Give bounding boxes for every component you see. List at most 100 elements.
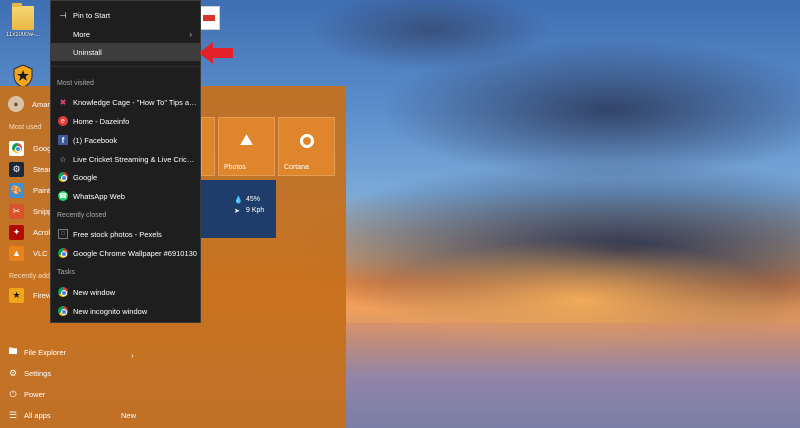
app-name: Goog (33, 143, 52, 153)
chrome-icon (58, 287, 68, 297)
list-icon: ☰ (8, 409, 18, 420)
app-name: Acrol (33, 227, 51, 237)
acrobat-icon: ✦ (9, 224, 24, 240)
user-avatar-icon: ● (8, 96, 24, 112)
jump-item-whatsapp[interactable]: ☎ WhatsApp Web (51, 187, 200, 205)
snipping-tool-icon: ✂ (9, 203, 24, 219)
whatsapp-icon: ☎ (58, 191, 68, 201)
app-item-paint[interactable]: 🎨 Paint (9, 180, 50, 200)
jump-item-label: Free stock photos - Pexels (73, 229, 162, 239)
chevron-right-icon[interactable]: › (131, 351, 134, 360)
shield-icon (12, 64, 34, 88)
humidity-icon: 💧 (234, 197, 243, 204)
jump-item-label: Google (73, 172, 98, 182)
task-new-incognito-window[interactable]: New incognito window (51, 302, 200, 320)
facebook-icon: f (58, 135, 68, 145)
jump-item-label: (1) Facebook (73, 135, 118, 145)
tile-cortana[interactable]: Cortana (278, 117, 335, 176)
chrome-icon (58, 172, 68, 182)
app-item-vlc[interactable]: ▲ VLC r (9, 243, 52, 263)
all-apps-label: All apps (24, 410, 51, 420)
cortana-icon (299, 133, 314, 148)
jump-list-menu: ⊣ Pin to Start More › Uninstall Most vis… (50, 0, 201, 323)
chevron-right-icon: › (189, 29, 192, 39)
tile-label: Photos (224, 164, 246, 171)
star-icon: ☆ (59, 154, 67, 164)
menu-item-label: More (73, 29, 91, 39)
app-name: Stear (33, 164, 51, 174)
red-arrow-pointer (199, 42, 233, 64)
menu-divider (51, 66, 200, 67)
wind-icon: ➤ (234, 208, 240, 215)
jump-item-knowledge-cage[interactable]: ✖ Knowledge Cage - "How To" Tips and T..… (51, 93, 200, 111)
document-icon (198, 6, 220, 30)
jump-item-pexels[interactable]: □ Free stock photos - Pexels (51, 225, 200, 243)
desktop-icon-folder[interactable]: 11x1000w-... (2, 3, 44, 38)
most-used-label: Most used (9, 124, 42, 131)
desktop-icon-label: 11x1000w-... (6, 32, 40, 38)
steam-icon: ⚙ (9, 161, 24, 177)
all-apps-button[interactable]: ☰ All apps (8, 407, 51, 423)
app-item-snipping[interactable]: ✂ Snipp (9, 201, 52, 221)
menu-item-uninstall[interactable]: Uninstall (51, 43, 200, 61)
jump-item-chrome-wallpaper[interactable]: Google Chrome Wallpaper #6910130 (51, 244, 200, 262)
settings-label: Settings (24, 368, 52, 378)
weather-wind: 9 Kph (246, 207, 265, 214)
chrome-icon (58, 306, 68, 316)
file-explorer-button[interactable]: 🖿 File Explorer (8, 344, 66, 360)
app-item-acrobat[interactable]: ✦ Acrol (9, 222, 50, 242)
file-explorer-label: File Explorer (24, 347, 67, 357)
section-most-visited: Most visited (57, 80, 94, 87)
chrome-icon (9, 140, 24, 156)
folder-icon (12, 3, 34, 30)
app-item-steam[interactable]: ⚙ Stear (9, 159, 51, 179)
app-name: Paint (33, 185, 51, 195)
jump-item-label: Home - Dazeinfo (73, 116, 130, 126)
firewall-icon: ★ (9, 287, 24, 303)
task-label: New incognito window (73, 306, 148, 316)
pexels-icon: □ (58, 229, 68, 239)
new-badge: New (121, 411, 137, 420)
task-label: New window (73, 287, 116, 297)
recently-added-label: Recently add (9, 273, 50, 280)
jump-item-label: WhatsApp Web (73, 191, 125, 201)
power-icon: ⏻ (9, 388, 17, 399)
menu-item-label: Pin to Start (73, 10, 111, 20)
desktop-icon-firewall[interactable] (2, 64, 44, 88)
tile-photos[interactable]: ⛰ Photos (218, 117, 275, 176)
chrome-icon (58, 248, 68, 258)
menu-item-label: Uninstall (73, 47, 102, 57)
dazeinfo-icon: e (58, 116, 68, 126)
gear-icon: ⚙ (8, 367, 18, 378)
jump-item-google[interactable]: Google (51, 168, 200, 186)
jump-item-label: Live Cricket Streaming & Live Cricket S.… (73, 154, 198, 164)
jump-item-label: Google Chrome Wallpaper #6910130 (73, 248, 197, 258)
pin-icon: ⊣ (59, 10, 67, 20)
tile-weather[interactable]: 💧 45% ➤ 9 Kph (200, 180, 276, 238)
jump-item-facebook[interactable]: f (1) Facebook (51, 131, 200, 149)
menu-item-more[interactable]: More › (51, 25, 200, 43)
power-button[interactable]: ⏻ Power (8, 386, 45, 402)
jump-item-dazeinfo[interactable]: e Home - Dazeinfo (51, 112, 200, 130)
task-new-window[interactable]: New window (51, 283, 200, 301)
folder-icon: 🖿 (8, 346, 18, 356)
photos-icon: ⛰ (239, 131, 254, 149)
menu-item-pin-to-start[interactable]: ⊣ Pin to Start (51, 6, 200, 24)
power-label: Power (24, 389, 46, 399)
knowledge-cage-icon: ✖ (59, 97, 67, 107)
jump-item-cricket[interactable]: ☆ Live Cricket Streaming & Live Cricket … (51, 150, 200, 168)
user-account[interactable]: ● Amar (8, 96, 50, 112)
section-tasks: Tasks (57, 269, 75, 276)
weather-humidity: 45% (246, 196, 261, 203)
jump-item-label: Knowledge Cage - "How To" Tips and T... (73, 97, 198, 107)
app-item-firewall[interactable]: ★ Firew (9, 285, 51, 305)
tile-label: Cortana (284, 164, 309, 171)
app-name: Firew (33, 290, 52, 300)
tile-partial[interactable] (201, 117, 215, 176)
settings-button[interactable]: ⚙ Settings (8, 365, 51, 381)
section-recently-closed: Recently closed (57, 212, 107, 219)
paint-icon: 🎨 (9, 182, 24, 198)
app-item-chrome[interactable]: Goog (9, 138, 51, 158)
vlc-icon: ▲ (9, 245, 24, 261)
user-name: Amar (32, 99, 50, 109)
